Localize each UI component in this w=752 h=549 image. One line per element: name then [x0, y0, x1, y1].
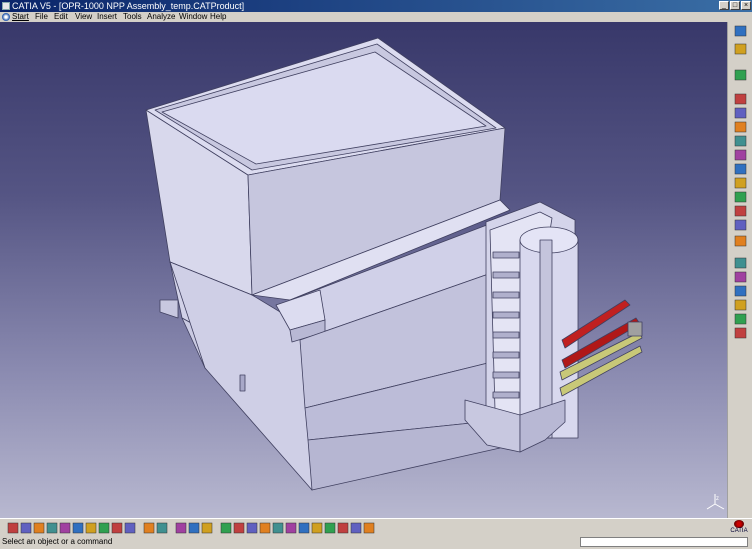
3d-viewport[interactable]: z: [0, 22, 727, 518]
apply-material-icon[interactable]: [201, 522, 213, 534]
light-icon[interactable]: [734, 313, 747, 325]
contact-icon[interactable]: [734, 121, 747, 133]
iso-view-icon[interactable]: [324, 522, 336, 534]
cut-icon[interactable]: [59, 522, 71, 534]
swap-space-icon[interactable]: [363, 522, 375, 534]
hide-show-icon[interactable]: [350, 522, 362, 534]
print-icon[interactable]: [46, 522, 58, 534]
undo-icon[interactable]: [98, 522, 110, 534]
fit-all-icon[interactable]: [233, 522, 245, 534]
right-toolbar: [727, 22, 752, 518]
open-icon[interactable]: [20, 522, 32, 534]
normal-view-icon[interactable]: [298, 522, 310, 534]
catia-logo: CATIA: [727, 520, 751, 535]
rotate-icon[interactable]: [259, 522, 271, 534]
save-icon[interactable]: [33, 522, 45, 534]
close-button[interactable]: ×: [741, 1, 751, 10]
distance-icon[interactable]: [734, 299, 747, 311]
offset-icon[interactable]: [734, 135, 747, 147]
maximize-button[interactable]: □: [730, 1, 740, 10]
whats-this-icon[interactable]: [124, 522, 136, 534]
catia-logo-text: CATIA: [730, 528, 748, 534]
shading-icon[interactable]: [337, 522, 349, 534]
svg-text:z: z: [716, 496, 719, 502]
menu-bar: Start File Edit View Insert Tools Analyz…: [0, 12, 752, 22]
catalog-icon[interactable]: [734, 235, 747, 247]
comment-icon[interactable]: [156, 522, 168, 534]
new-icon[interactable]: [7, 522, 19, 534]
start-menu-icon: [2, 13, 10, 21]
menu-help[interactable]: Help: [210, 12, 226, 22]
copy-icon[interactable]: [72, 522, 84, 534]
catalog-icon[interactable]: [175, 522, 187, 534]
minimize-button[interactable]: _: [719, 1, 729, 10]
fly-mode-icon[interactable]: [220, 522, 232, 534]
pan-icon[interactable]: [246, 522, 258, 534]
status-bar: Select an object or a command: [0, 536, 752, 549]
assembly-constraint-icon[interactable]: [734, 93, 747, 105]
material-icon[interactable]: [188, 522, 200, 534]
multi-view-icon[interactable]: [311, 522, 323, 534]
paste-icon[interactable]: [85, 522, 97, 534]
catia-app-icon[interactable]: [2, 2, 10, 10]
measure-icon[interactable]: [734, 257, 747, 269]
zoom-in-icon[interactable]: [272, 522, 284, 534]
menu-file[interactable]: File: [35, 12, 48, 22]
clash-icon[interactable]: [734, 271, 747, 283]
menu-edit[interactable]: Edit: [54, 12, 68, 22]
command-input[interactable]: [580, 537, 748, 547]
manipulate-icon[interactable]: [734, 177, 747, 189]
menu-analyze[interactable]: Analyze: [147, 12, 175, 22]
menu-view[interactable]: View: [75, 12, 92, 22]
coincidence-icon[interactable]: [734, 163, 747, 175]
zoom-out-icon[interactable]: [285, 522, 297, 534]
npp-assembly-model[interactable]: [0, 22, 727, 518]
menu-window[interactable]: Window: [179, 12, 207, 22]
snap-icon[interactable]: [734, 191, 747, 203]
menu-insert[interactable]: Insert: [97, 12, 117, 22]
status-message: Select an object or a command: [2, 537, 113, 546]
bottom-toolbar: [0, 518, 752, 536]
sketcher-icon[interactable]: [734, 43, 747, 55]
window-title: CATIA V5 - [OPR-1000 NPP Assembly_temp.C…: [12, 1, 245, 11]
axis-compass-icon[interactable]: z: [704, 492, 726, 514]
explode-icon[interactable]: [734, 205, 747, 217]
section-icon[interactable]: [734, 285, 747, 297]
menu-tools[interactable]: Tools: [123, 12, 142, 22]
menu-start[interactable]: Start: [12, 12, 29, 22]
select-icon[interactable]: [734, 25, 747, 37]
bug-icon[interactable]: [734, 327, 747, 339]
catia-logo-icon: [734, 520, 744, 528]
update-icon[interactable]: [734, 219, 747, 231]
formula-icon[interactable]: [143, 522, 155, 534]
angle-icon[interactable]: [734, 149, 747, 161]
part-icon[interactable]: [734, 69, 747, 81]
redo-icon[interactable]: [111, 522, 123, 534]
title-bar: CATIA V5 - [OPR-1000 NPP Assembly_temp.C…: [0, 0, 752, 12]
fix-icon[interactable]: [734, 107, 747, 119]
